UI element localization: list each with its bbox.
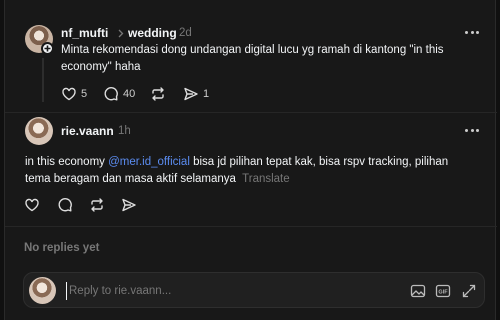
reply-more-icon[interactable] — [465, 129, 479, 132]
repost-icon — [152, 87, 164, 101]
post-text: Minta rekomendasi dong undangan digital … — [61, 44, 444, 73]
translate-link[interactable]: Translate — [242, 173, 290, 185]
composer-avatar — [29, 277, 56, 304]
post-repost-button[interactable] — [150, 86, 166, 102]
post-comment-button[interactable]: 40 — [103, 86, 135, 102]
heart-icon — [25, 198, 39, 212]
send-icon — [184, 87, 198, 101]
comment-bubble-icon — [58, 198, 72, 212]
post-comment-count: 40 — [123, 88, 136, 100]
expand-icon[interactable] — [461, 283, 477, 299]
reply-divider — [5, 226, 497, 227]
reply-mention-link[interactable]: @mer.id_official — [108, 156, 190, 168]
svg-text:GIF: GIF — [438, 290, 448, 296]
send-icon — [122, 198, 136, 212]
follow-plus-icon[interactable] — [41, 42, 54, 55]
repost-icon — [91, 198, 103, 212]
image-icon[interactable] — [410, 283, 426, 299]
reply-text-before: in this economy — [25, 156, 109, 168]
post-like-count: 5 — [81, 88, 88, 100]
post-divider — [5, 112, 497, 113]
reply-text: in this economy @mer.id_official bisa jd… — [25, 154, 465, 188]
avatar-rie-vaann[interactable] — [25, 117, 53, 145]
chevron-right-icon — [118, 29, 124, 38]
comment-bubble-icon — [104, 87, 118, 101]
thread-line — [42, 58, 44, 102]
reply-share-button[interactable] — [121, 197, 137, 213]
reply-time: 1h — [118, 125, 131, 137]
reply-comment-button[interactable] — [57, 197, 73, 213]
post-share-count: 1 — [203, 88, 210, 100]
reply-like-button[interactable] — [24, 197, 40, 213]
post-share-button[interactable]: 1 — [183, 86, 209, 102]
reply-input[interactable] — [66, 282, 366, 300]
no-replies-label: No replies yet — [24, 242, 100, 254]
post-topic[interactable]: wedding — [128, 26, 177, 40]
gif-icon[interactable]: GIF — [435, 283, 451, 299]
post-like-button[interactable]: 5 — [61, 86, 87, 102]
reply-repost-button[interactable] — [89, 197, 105, 213]
reply-composer: GIF — [23, 272, 485, 308]
post-username[interactable]: nf_mufti — [61, 26, 108, 40]
post-time: 2d — [179, 27, 192, 39]
reply-username[interactable]: rie.vaann — [61, 124, 114, 138]
heart-icon — [62, 87, 76, 101]
thread-panel: nf_mufti wedding 2d Minta rekomendasi do… — [4, 0, 497, 320]
post-more-icon[interactable] — [465, 31, 479, 34]
